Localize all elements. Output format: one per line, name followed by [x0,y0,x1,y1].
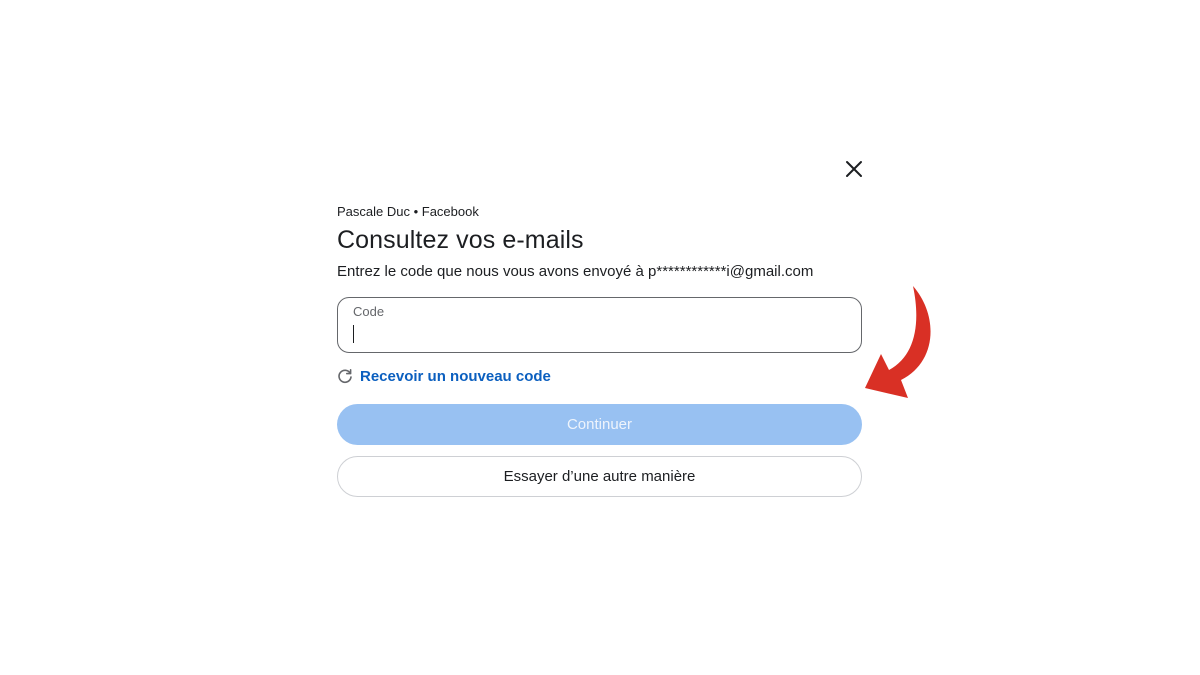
close-icon [846,161,862,177]
resend-code-label: Recevoir un nouveau code [360,367,551,385]
code-input[interactable] [352,322,842,346]
page: Pascale Duc • Facebook Consultez vos e-m… [0,0,1200,675]
code-field-label: Code [353,304,385,319]
text-caret [353,325,354,343]
verification-dialog: Pascale Duc • Facebook Consultez vos e-m… [337,203,862,497]
instruction-text: Entrez le code que nous vous avons envoy… [337,263,814,280]
resend-code-link[interactable]: Recevoir un nouveau code [337,366,862,386]
refresh-icon [337,368,353,384]
continue-button[interactable]: Continuer [337,404,862,445]
red-arrow-annotation [865,286,931,398]
close-button[interactable] [838,153,870,185]
try-another-way-button[interactable]: Essayer d’une autre manière [337,456,862,497]
code-field[interactable]: Code [337,297,862,353]
page-title: Consultez vos e-mails [337,226,584,254]
account-line: Pascale Duc • Facebook [337,204,479,219]
